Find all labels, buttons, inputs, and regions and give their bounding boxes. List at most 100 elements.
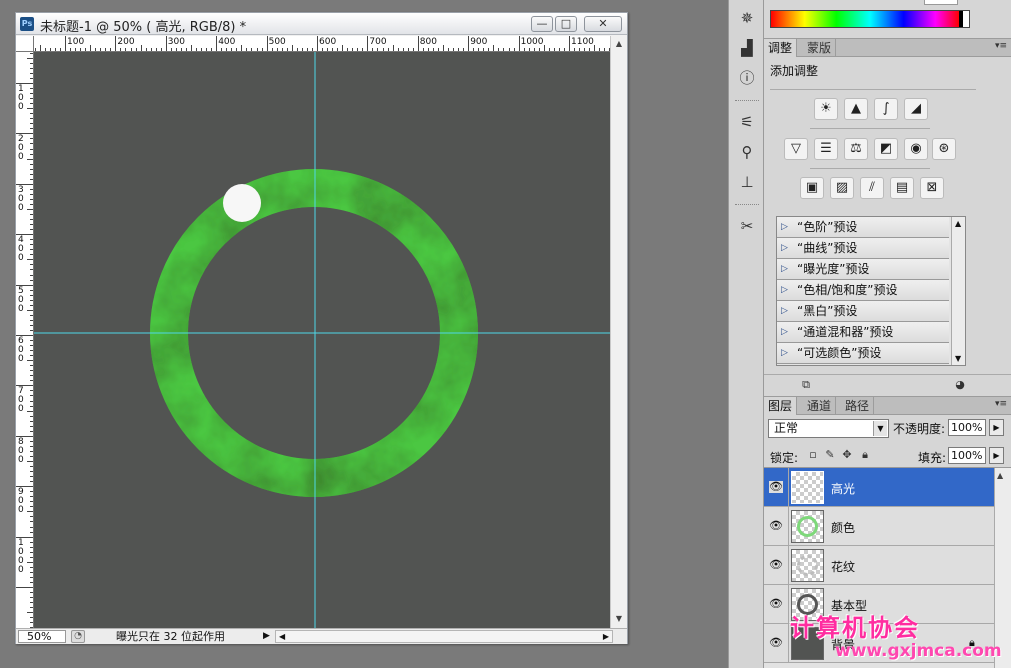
- fill-input[interactable]: 100%: [948, 447, 986, 464]
- expand-arrow-icon[interactable]: ▷: [781, 301, 788, 321]
- gradient-map-icon[interactable]: ▤: [890, 177, 914, 199]
- levels-icon[interactable]: ▲: [844, 98, 868, 120]
- layer-row-color[interactable]: 👁︎ 颜色: [764, 507, 994, 546]
- opacity-input[interactable]: 100%: [948, 419, 986, 436]
- scroll-down-icon[interactable]: ▼: [613, 613, 625, 625]
- minimize-button[interactable]: —: [531, 16, 553, 32]
- brush-preset-icon[interactable]: ⚟: [737, 112, 757, 132]
- color-swatch[interactable]: [924, 0, 958, 5]
- scroll-up-icon[interactable]: ▲: [955, 219, 961, 228]
- exposure-icon[interactable]: ◢: [904, 98, 928, 120]
- expand-arrow-icon[interactable]: ▷: [781, 280, 788, 300]
- close-button[interactable]: ✕: [584, 16, 622, 32]
- info-icon[interactable]: ⓘ: [737, 68, 757, 88]
- stamp-icon[interactable]: ⊥: [737, 172, 757, 192]
- panel-options-icon[interactable]: ◕: [952, 378, 968, 392]
- vibrance-icon[interactable]: ▽: [784, 138, 808, 160]
- layer-name[interactable]: 花纹: [831, 558, 855, 575]
- ruler-tick: [155, 48, 157, 51]
- scroll-right-icon[interactable]: ▶: [603, 631, 609, 642]
- ruler-vertical[interactable]: 100 200 300 400 500 600 700 800 900 1000: [16, 52, 34, 628]
- horizontal-scrollbar[interactable]: ◀ ▶: [275, 630, 613, 643]
- chevron-down-icon[interactable]: ▼: [873, 421, 887, 436]
- curves-icon[interactable]: ∫: [874, 98, 898, 120]
- document-titlebar[interactable]: Ps 未标题-1 @ 50% ( 高光, RGB/8) * — □ ✕: [16, 13, 627, 35]
- eye-icon[interactable]: 👁︎: [769, 559, 783, 571]
- scroll-down-icon[interactable]: ▼: [955, 354, 961, 363]
- tab-channels[interactable]: 通道: [803, 397, 837, 415]
- status-menu-arrow-icon[interactable]: ▶: [263, 630, 270, 643]
- panel-menu-icon[interactable]: ▾≡: [995, 399, 1007, 409]
- layers-scrollbar[interactable]: ▲: [994, 468, 1011, 668]
- eye-icon[interactable]: 👁︎: [769, 598, 783, 610]
- posterize-icon[interactable]: ▨: [830, 177, 854, 199]
- tab-layers[interactable]: 图层: [764, 397, 798, 415]
- ruler-tick: [30, 445, 33, 447]
- ruler-tick: [30, 324, 33, 326]
- lock-pixels-icon[interactable]: ✎: [824, 449, 836, 461]
- layer-row-pattern[interactable]: 👁︎ 花纹: [764, 546, 994, 585]
- navigator-wheel-icon[interactable]: ✵: [737, 8, 757, 28]
- layer-name[interactable]: 高光: [831, 480, 855, 497]
- ruler-horizontal[interactable]: 100 200 300 400 500 600 700 800 900 1000 1100: [34, 36, 610, 52]
- ruler-label: 600: [319, 37, 337, 47]
- preset-levels[interactable]: ▷ “色阶”预设: [777, 217, 949, 238]
- layer-row-highlight[interactable]: 👁︎ 高光: [764, 468, 994, 507]
- expand-arrow-icon[interactable]: ▷: [781, 217, 788, 237]
- panel-menu-icon[interactable]: ▾≡: [995, 41, 1007, 51]
- threshold-icon[interactable]: ⫽: [860, 177, 884, 199]
- ruler-tick: [599, 48, 601, 51]
- preset-hue-saturation[interactable]: ▷ “色相/饱和度”预设: [777, 280, 949, 301]
- ruler-tick: [27, 259, 33, 261]
- histogram-icon[interactable]: ▟: [737, 38, 757, 58]
- eye-icon[interactable]: 👁︎: [769, 481, 783, 493]
- preset-curves[interactable]: ▷ “曲线”预设: [777, 238, 949, 259]
- opacity-slider-arrow-icon[interactable]: ▶: [989, 419, 1004, 436]
- hue-saturation-icon[interactable]: ☰: [814, 138, 838, 160]
- selective-color-icon[interactable]: ⊠: [920, 177, 944, 199]
- clone-source-icon[interactable]: ⚲: [737, 142, 757, 162]
- scroll-up-icon[interactable]: ▲: [613, 38, 625, 50]
- scroll-up-icon[interactable]: ▲: [997, 471, 1003, 480]
- color-balance-icon[interactable]: ⚖: [844, 138, 868, 160]
- preset-scrollbar[interactable]: ▲ ▼: [951, 217, 965, 365]
- fill-slider-arrow-icon[interactable]: ▶: [989, 447, 1004, 464]
- expand-arrow-icon[interactable]: ▷: [781, 238, 788, 258]
- ruler-tick: [30, 319, 33, 321]
- zoom-field[interactable]: 50%: [18, 630, 66, 643]
- status-info-icon[interactable]: ◔: [71, 630, 85, 643]
- ruler-origin[interactable]: [16, 36, 34, 52]
- black-white-icon[interactable]: ◩: [874, 138, 898, 160]
- preset-black-white[interactable]: ▷ “黑白”预设: [777, 301, 949, 322]
- lock-position-icon[interactable]: ✥: [841, 449, 853, 461]
- lock-all-icon[interactable]: 🔒︎: [859, 449, 871, 461]
- maximize-button[interactable]: □: [555, 16, 577, 32]
- layer-name[interactable]: 颜色: [831, 519, 855, 536]
- expand-arrow-icon[interactable]: ▷: [781, 322, 788, 342]
- brightness-contrast-icon[interactable]: ☀: [814, 98, 838, 120]
- preset-selective-color[interactable]: ▷ “可选颜色”预设: [777, 343, 949, 364]
- preset-exposure[interactable]: ▷ “曝光度”预设: [777, 259, 949, 280]
- eye-icon[interactable]: 👁︎: [769, 637, 783, 649]
- tab-adjustments[interactable]: 调整: [764, 39, 798, 57]
- vertical-scrollbar[interactable]: ▲ ▼: [610, 36, 627, 628]
- channel-mixer-icon[interactable]: ⊛: [932, 138, 956, 160]
- blend-mode-select[interactable]: 正常 ▼: [768, 419, 889, 438]
- lock-transparency-icon[interactable]: ▫: [807, 449, 819, 461]
- tools-icon[interactable]: ✂: [737, 216, 757, 236]
- eye-icon[interactable]: 👁︎: [769, 520, 783, 532]
- canvas[interactable]: [34, 52, 610, 628]
- ruler-tick: [30, 375, 33, 377]
- ruler-tick: [30, 466, 33, 468]
- preset-channel-mixer[interactable]: ▷ “通道混和器”预设: [777, 322, 949, 343]
- tab-paths[interactable]: 路径: [841, 397, 875, 415]
- invert-icon[interactable]: ▣: [800, 177, 824, 199]
- photo-filter-icon[interactable]: ◉: [904, 138, 928, 160]
- tab-masks[interactable]: 蒙版: [803, 39, 837, 57]
- expand-arrow-icon[interactable]: ▷: [781, 343, 788, 363]
- clip-to-layer-icon[interactable]: ⧉: [798, 378, 814, 392]
- divider: [788, 507, 789, 546]
- expand-arrow-icon[interactable]: ▷: [781, 259, 788, 279]
- color-spectrum-bar[interactable]: [770, 10, 970, 28]
- scroll-left-icon[interactable]: ◀: [279, 631, 285, 642]
